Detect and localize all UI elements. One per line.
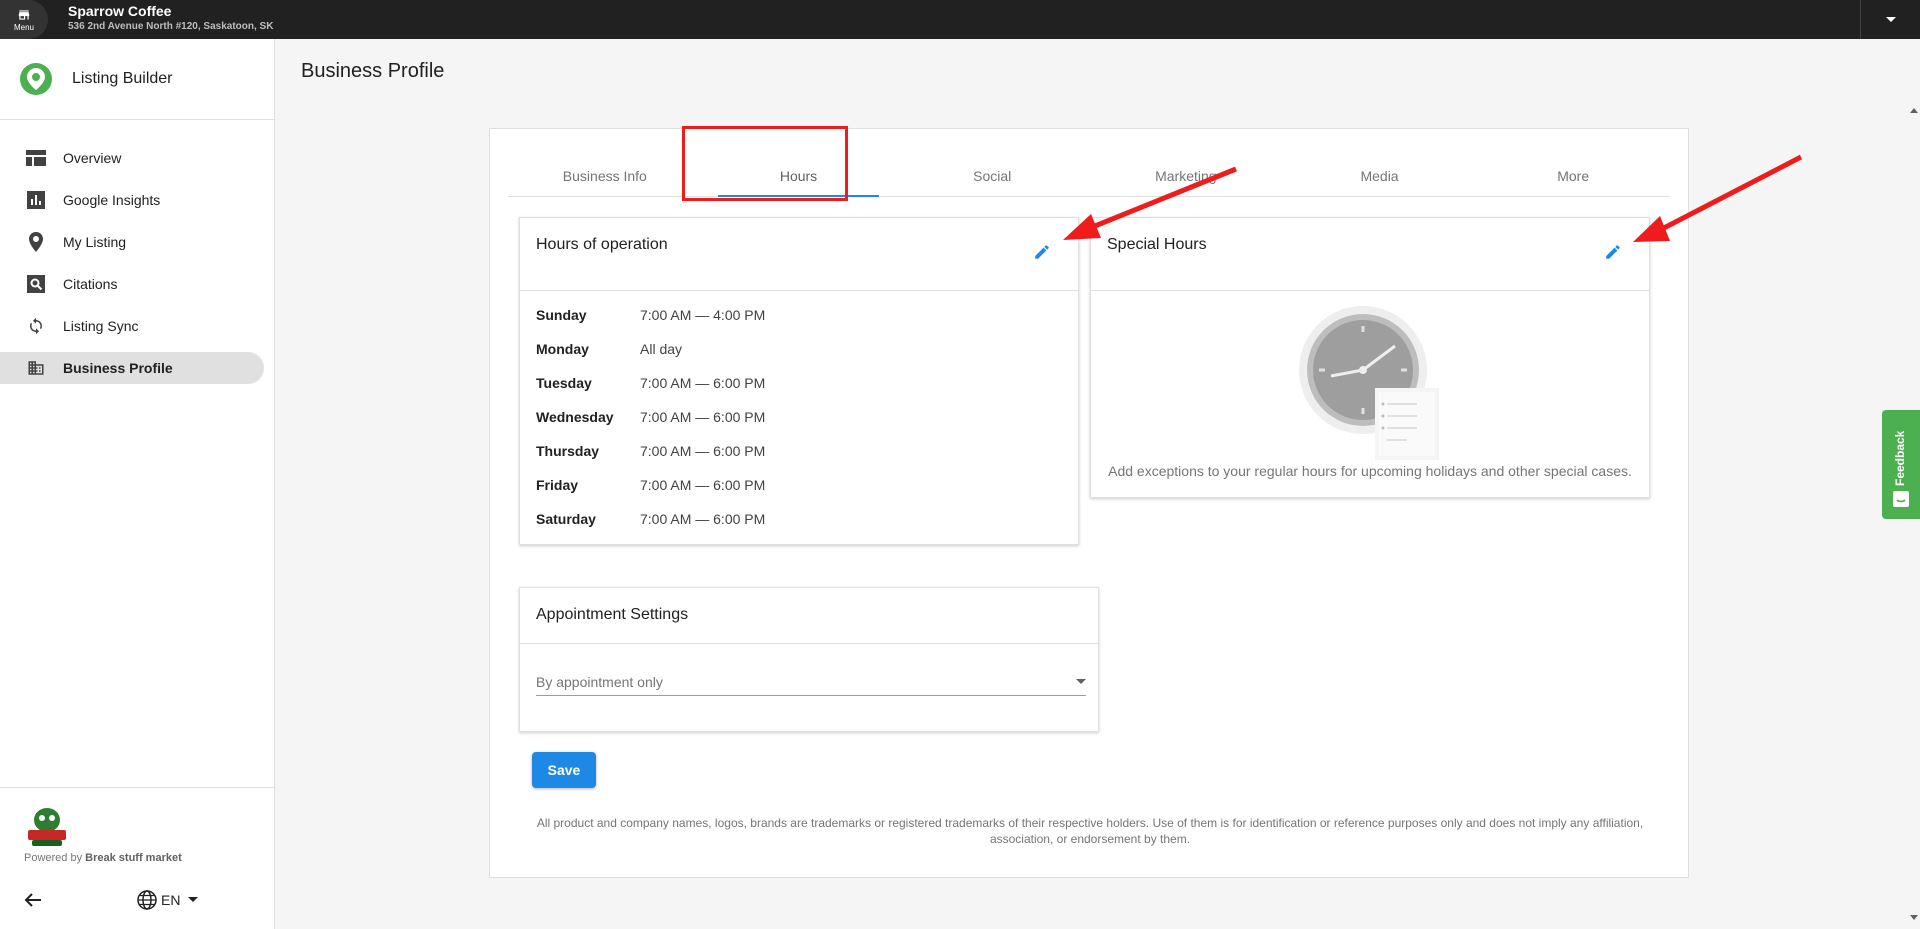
- feedback-label: Feedback: [1893, 430, 1907, 486]
- time-range: 7:00 AM — 6:00 PM: [640, 511, 766, 527]
- business-address: 536 2nd Avenue North #120, Saskatoon, SK: [68, 21, 274, 32]
- pencil-icon: [1606, 245, 1620, 259]
- top-bar: Menu Sparrow Coffee 536 2nd Avenue North…: [0, 0, 1920, 39]
- caret-down-icon: [188, 897, 199, 902]
- clock-calendar-illustration-icon: [1299, 306, 1439, 460]
- special-hours-title: Special Hours: [1107, 236, 1207, 253]
- dashboard-icon: [26, 148, 46, 168]
- sidebar-item-label: My Listing: [63, 234, 127, 250]
- profile-tabs: Business Info Hours Social Marketing Med…: [508, 155, 1670, 197]
- pencil-icon: [1035, 245, 1049, 259]
- language-code: EN: [161, 892, 181, 908]
- time-range: 7:00 AM — 6:00 PM: [640, 409, 766, 425]
- hours-row: Wednesday 7:00 AM — 6:00 PM: [536, 409, 765, 429]
- special-hours-description: Add exceptions to your regular hours for…: [1108, 463, 1632, 479]
- chat-icon: [1893, 491, 1909, 507]
- powered-by-text: Powered by Break stuff market: [24, 852, 182, 864]
- tab-social[interactable]: Social: [895, 155, 1089, 196]
- account-dropdown-button[interactable]: [1860, 0, 1920, 39]
- sidebar-item-label: Google Insights: [63, 192, 161, 208]
- page-header: Business Profile: [276, 39, 1920, 104]
- time-range: 7:00 AM — 6:00 PM: [640, 443, 766, 459]
- day-label: Friday: [536, 477, 579, 493]
- appointment-select[interactable]: By appointment only: [536, 668, 1086, 696]
- time-range: 7:00 AM — 4:00 PM: [640, 307, 766, 323]
- sidebar-item-listing-sync[interactable]: Listing Sync: [0, 310, 264, 342]
- time-range: All day: [640, 341, 683, 357]
- bar-chart-icon: [26, 190, 46, 210]
- hours-row: Tuesday 7:00 AM — 6:00 PM: [536, 375, 765, 395]
- sidebar-footer: Powered by Break stuff market EN: [0, 787, 274, 929]
- sidebar-item-label: Overview: [63, 150, 122, 166]
- day-label: Sunday: [536, 307, 587, 323]
- save-button[interactable]: Save: [532, 752, 596, 788]
- powered-by-prefix: Powered by: [24, 852, 83, 864]
- hours-panel-title: Hours of operation: [536, 236, 668, 253]
- store-icon: [18, 9, 30, 20]
- tab-hours[interactable]: Hours: [702, 155, 896, 197]
- building-icon: [26, 358, 46, 378]
- appointment-settings-title: Appointment Settings: [536, 606, 689, 623]
- arrow-left-icon: [24, 893, 41, 907]
- day-label: Thursday: [536, 443, 600, 459]
- sidebar-item-citations[interactable]: Citations: [0, 268, 264, 300]
- tab-business-info[interactable]: Business Info: [508, 155, 702, 196]
- caret-down-icon: [1076, 678, 1086, 684]
- feedback-tab[interactable]: Feedback: [1882, 410, 1920, 519]
- brand-logo-icon: [28, 808, 66, 846]
- hours-row: Monday All day: [536, 341, 682, 361]
- listing-builder-logo-icon: [20, 63, 52, 95]
- business-name: Sparrow Coffee: [68, 3, 172, 19]
- powered-by-name: Break stuff market: [85, 852, 182, 864]
- tab-more[interactable]: More: [1476, 155, 1670, 196]
- sidebar-item-business-profile[interactable]: Business Profile: [0, 352, 264, 384]
- page-title: Business Profile: [301, 60, 445, 82]
- hours-row: Thursday 7:00 AM — 6:00 PM: [536, 443, 765, 463]
- sidebar-item-google-insights[interactable]: Google Insights: [0, 184, 264, 216]
- day-label: Wednesday: [536, 409, 614, 425]
- search-box-icon: [26, 274, 46, 294]
- menu-button[interactable]: Menu: [0, 0, 48, 39]
- divider: [520, 290, 1078, 291]
- divider: [1091, 290, 1649, 291]
- sync-icon: [26, 316, 46, 336]
- business-profile-card: Business Info Hours Social Marketing Med…: [489, 126, 1689, 878]
- sidebar-nav: Overview Google Insights My Listing Cita…: [0, 120, 274, 384]
- globe-icon: [137, 890, 157, 910]
- sidebar-item-label: Listing Sync: [63, 318, 139, 334]
- special-hours-panel: Special Hours Add exceptions to your reg…: [1090, 217, 1650, 498]
- location-pin-icon: [26, 232, 46, 252]
- edit-hours-button[interactable]: [1028, 238, 1056, 266]
- sidebar-item-overview[interactable]: Overview: [0, 142, 264, 174]
- back-button[interactable]: [24, 892, 42, 913]
- app-title: Listing Builder: [72, 70, 173, 87]
- hours-row: Friday 7:00 AM — 6:00 PM: [536, 477, 765, 497]
- time-range: 7:00 AM — 6:00 PM: [640, 477, 766, 493]
- appointment-settings-panel: Appointment Settings By appointment only: [519, 587, 1099, 732]
- sidebar-item-label: Citations: [63, 276, 118, 292]
- hours-row: Sunday 7:00 AM — 4:00 PM: [536, 307, 765, 327]
- sidebar-header: Listing Builder: [0, 39, 274, 120]
- trademark-disclaimer: All product and company names, logos, br…: [536, 816, 1644, 846]
- sidebar-item-label: Business Profile: [63, 360, 173, 376]
- scroll-down-icon[interactable]: [1910, 915, 1918, 921]
- tab-marketing[interactable]: Marketing: [1089, 155, 1283, 196]
- edit-special-hours-button[interactable]: [1599, 238, 1627, 266]
- tab-media[interactable]: Media: [1283, 155, 1477, 196]
- divider: [520, 643, 1098, 644]
- hours-row: Saturday 7:00 AM — 6:00 PM: [536, 511, 765, 531]
- hours-of-operation-panel: Hours of operation Sunday 7:00 AM — 4:00…: [519, 217, 1079, 545]
- sidebar-item-my-listing[interactable]: My Listing: [0, 226, 264, 258]
- scroll-up-icon[interactable]: [1910, 107, 1918, 113]
- sidebar: Listing Builder Overview Google Insights…: [0, 39, 275, 929]
- language-selector[interactable]: EN: [137, 890, 199, 910]
- day-label: Saturday: [536, 511, 596, 527]
- day-label: Tuesday: [536, 375, 592, 391]
- time-range: 7:00 AM — 6:00 PM: [640, 375, 766, 391]
- day-label: Monday: [536, 341, 589, 357]
- caret-down-icon: [1885, 16, 1896, 22]
- appointment-selected-value: By appointment only: [536, 673, 663, 690]
- menu-label: Menu: [13, 22, 34, 32]
